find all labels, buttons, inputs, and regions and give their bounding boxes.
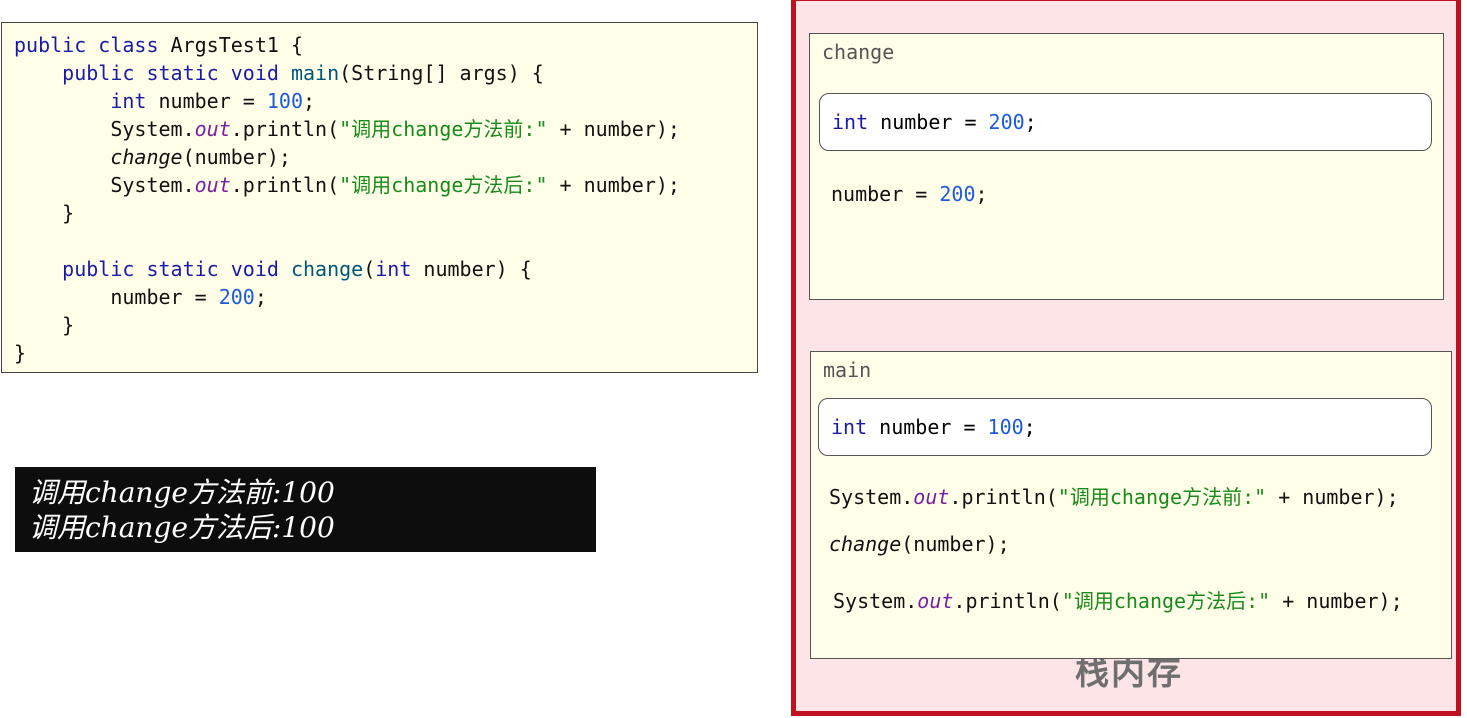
console-output: 调用change方法前:100 调用change方法后:100: [15, 467, 596, 552]
code-line-change-signature: public static void change(int number) {: [62, 257, 532, 281]
console-line-before: 调用change方法前:100: [29, 476, 335, 509]
code-line-close-class: }: [14, 341, 27, 365]
code-line-close-change: }: [62, 313, 75, 337]
code-line-class: public class ArgsTest1 {: [14, 33, 303, 57]
code-line-print-before: System.out.println("调用change方法前:" + numb…: [110, 117, 680, 141]
console-line-after: 调用change方法后:100: [29, 511, 335, 544]
main-frame-print-before: System.out.println("调用change方法前:" + numb…: [829, 485, 1399, 509]
change-frame-title: change: [822, 40, 895, 64]
code-line-main-int: int number = 100;: [110, 89, 316, 113]
main-frame-call-change: change(number);: [829, 532, 1010, 556]
main-frame-title: main: [823, 358, 872, 382]
code-line-call-change: change(number);: [110, 145, 291, 169]
main-frame: main int number = 100; System.out.printl…: [810, 351, 1452, 659]
code-line-assign: number = 200;: [110, 285, 267, 309]
code-line-close-main: }: [62, 201, 75, 225]
code-panel: public class ArgsTest1 { public static v…: [1, 22, 758, 373]
change-frame: change int number = 200; number = 200;: [809, 33, 1444, 300]
main-frame-variable: int number = 100;: [818, 398, 1432, 456]
change-frame-assignment: number = 200;: [831, 182, 988, 206]
code-line-main-signature: public static void main(String[] args) {: [62, 61, 544, 85]
main-frame-print-after: System.out.println("调用change方法后:" + numb…: [833, 589, 1403, 613]
change-frame-variable: int number = 200;: [819, 93, 1432, 151]
code-line-print-after: System.out.println("调用change方法后:" + numb…: [110, 173, 680, 197]
